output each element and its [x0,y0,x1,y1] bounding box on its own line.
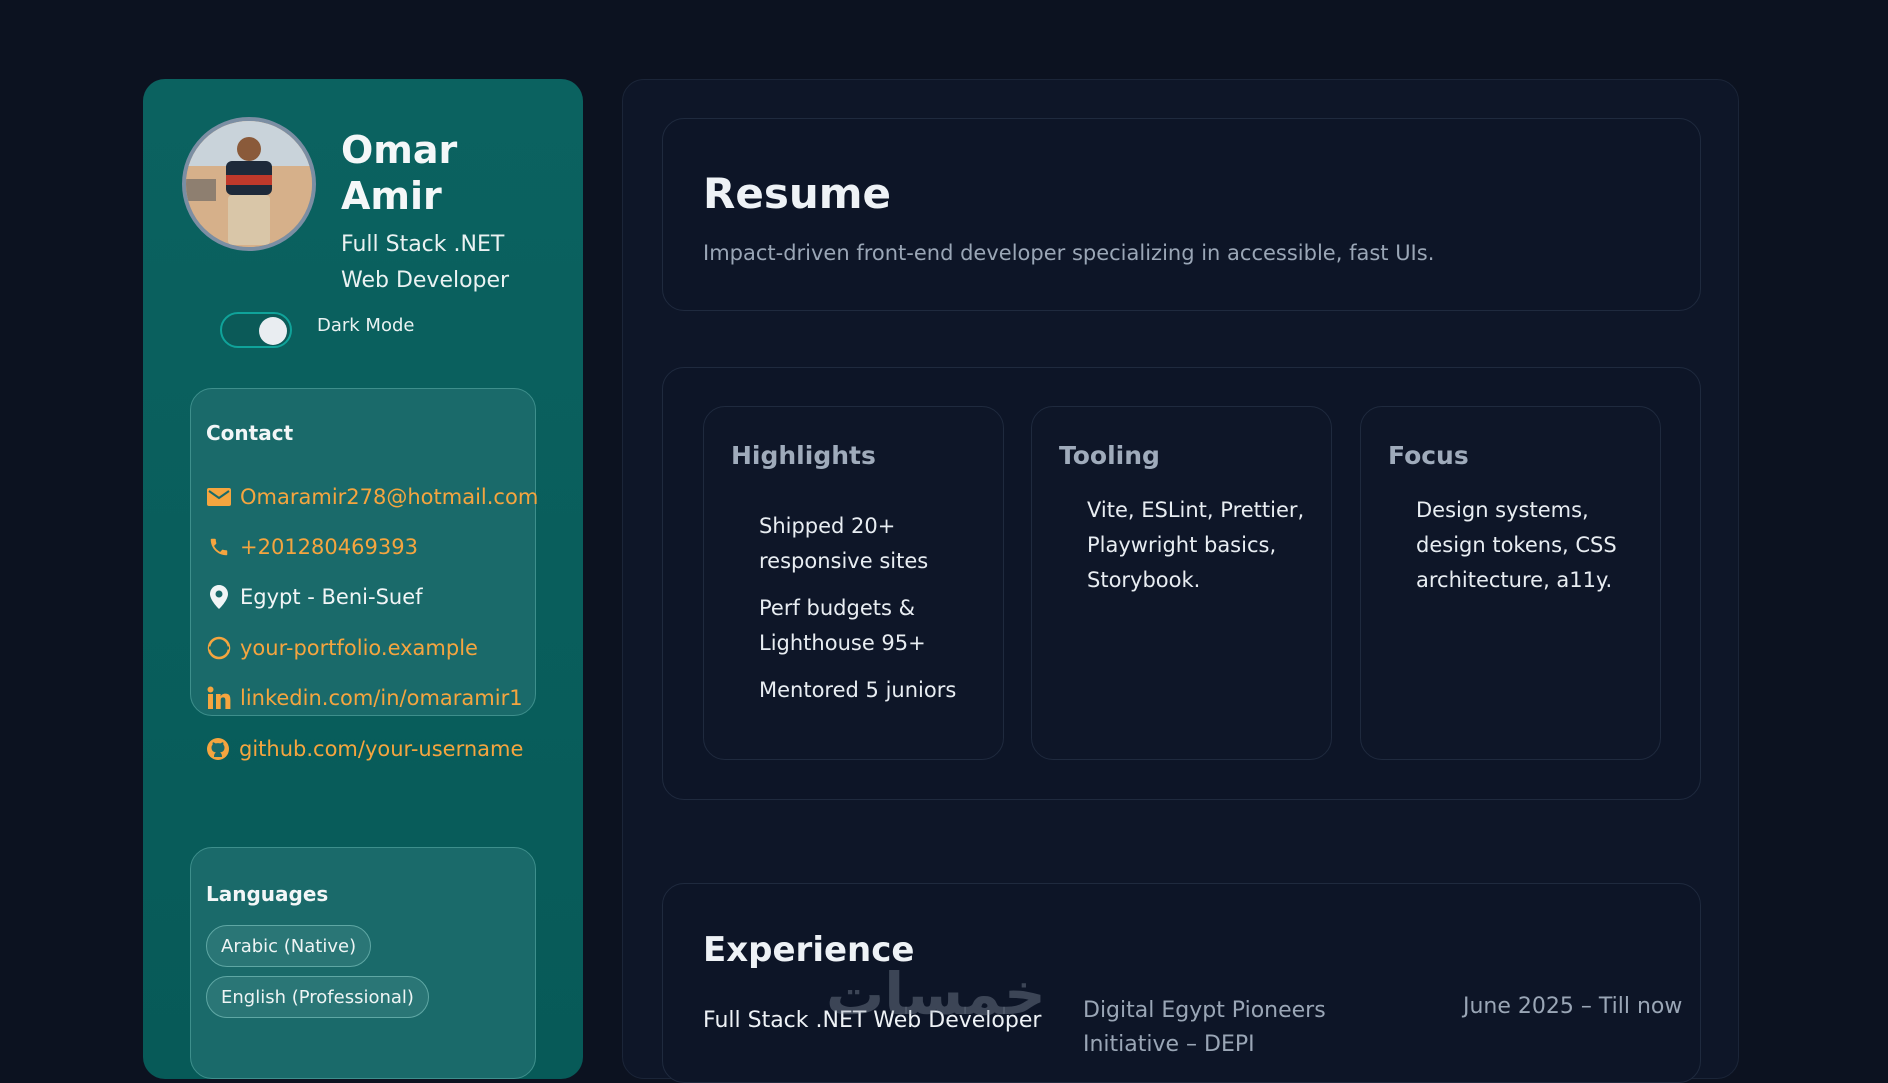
list-item: Shipped 20+ responsive sites [759,514,929,573]
resume-subtitle: Impact-driven front-end developer specia… [703,241,1435,265]
watermark-logo: خمسات [826,960,1046,1028]
linkedin-link[interactable]: linkedin.com/in/omaramir1 [240,686,523,710]
languages-title: Languages [206,882,329,906]
language-pill-english: English (Professional) [206,976,429,1018]
contact-location: Egypt - Beni-Suef [206,581,423,613]
experience-panel: Experience Full Stack .NET Web Developer… [662,883,1701,1083]
tooling-list: Vite, ESLint, Prettier, Playwright basic… [1087,493,1307,610]
focus-title: Focus [1388,441,1469,470]
contact-github[interactable]: github.com/your-username [205,733,523,765]
list-item: Vite, ESLint, Prettier, Playwright basic… [1087,498,1305,592]
contact-email[interactable]: Omaramir278@hotmail.com [206,481,538,513]
contact-phone[interactable]: +201280469393 [206,531,418,563]
avatar [182,117,316,251]
phone-link[interactable]: +201280469393 [240,535,418,559]
toggle-knob [259,317,287,345]
contact-title: Contact [206,421,294,445]
focus-list: Design systems, design tokens, CSS archi… [1416,493,1636,610]
globe-icon [206,635,232,661]
focus-card: Focus Design systems, design tokens, CSS… [1360,406,1661,760]
contact-card: Contact Omaramir278@hotmail.com +2012804… [190,388,538,716]
linkedin-icon [206,685,232,711]
last-name: Amir [341,174,442,218]
main-content: Resume Impact-driven front-end developer… [622,79,1739,1083]
profile-sidebar: Omar Amir Full Stack .NET Web Developer … [143,79,583,1079]
highlights-panel: Highlights Shipped 20+ responsive sites … [662,367,1701,800]
resume-header-panel: Resume Impact-driven front-end developer… [662,118,1701,311]
first-name: Omar [341,128,458,172]
highlights-title: Highlights [731,441,876,470]
location-pin-icon [206,584,232,610]
tooling-title: Tooling [1059,441,1160,470]
list-item: Design systems, design tokens, CSS archi… [1416,498,1617,592]
dark-mode-label: Dark Mode [317,315,415,336]
resume-title: Resume [703,169,891,218]
portfolio-link[interactable]: your-portfolio.example [240,636,478,660]
highlights-card: Highlights Shipped 20+ responsive sites … [703,406,1004,760]
location-text: Egypt - Beni-Suef [240,585,423,609]
profile-name: Omar Amir [341,127,457,219]
experience-org: Digital Egypt Pioneers Initiative – DEPI [1083,998,1326,1057]
mail-icon [206,484,232,510]
language-pill-arabic: Arabic (Native) [206,925,372,967]
email-link[interactable]: Omaramir278@hotmail.com [240,485,538,509]
tooling-card: Tooling Vite, ESLint, Prettier, Playwrig… [1031,406,1332,760]
highlights-list: Shipped 20+ responsive sites Perf budget… [759,509,979,720]
dark-mode-toggle[interactable] [220,312,292,348]
contact-linkedin[interactable]: linkedin.com/in/omaramir1 [206,682,523,714]
github-icon [205,736,231,762]
experience-date: June 2025 – Till now [1463,994,1683,1019]
phone-icon [206,534,232,560]
profile-role: Full Stack .NET Web Developer [341,232,510,293]
list-item: Perf budgets & Lighthouse 95+ [759,596,926,655]
languages-card: Languages Arabic (Native) English (Profe… [190,847,536,1079]
contact-portfolio[interactable]: your-portfolio.example [206,632,478,664]
github-link[interactable]: github.com/your-username [239,737,523,761]
list-item: Mentored 5 juniors [759,678,957,702]
